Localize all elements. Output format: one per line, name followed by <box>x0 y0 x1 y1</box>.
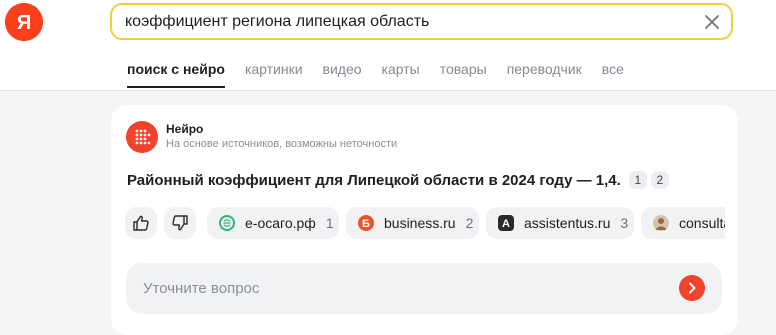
source-label: assistentus.ru <box>524 215 611 231</box>
clear-search-button[interactable] <box>701 11 723 33</box>
tab-products[interactable]: товары <box>440 60 487 88</box>
tab-images[interactable]: картинки <box>245 60 303 88</box>
reference-1[interactable]: 1 <box>628 171 647 189</box>
source-chip-business[interactable]: Б business.ru 2 <box>346 207 479 239</box>
send-button[interactable] <box>679 275 705 301</box>
sources-row: е-осаго.рф 1 Б business.ru 2 A assistent… <box>125 207 725 241</box>
tab-all[interactable]: все <box>602 60 624 88</box>
svg-text:Б: Б <box>362 218 370 230</box>
dislike-icon <box>172 215 188 231</box>
svg-text:Я: Я <box>17 12 31 34</box>
source-chip-eosago[interactable]: е-осаго.рф 1 <box>207 207 339 239</box>
assistentus-logo-icon: A <box>498 215 514 231</box>
source-chip-consultant[interactable]: consulta <box>641 207 725 239</box>
neuro-logo-icon <box>126 121 158 153</box>
follow-up-box <box>126 263 722 314</box>
source-label: business.ru <box>384 215 456 231</box>
yandex-logo[interactable]: Я <box>5 3 43 41</box>
source-count: 1 <box>325 215 334 231</box>
answer-sentence: Районный коэффициент для Липецкой област… <box>127 171 621 189</box>
dislike-button[interactable] <box>164 207 196 239</box>
search-input[interactable] <box>125 5 685 38</box>
consultant-logo-icon <box>653 215 669 231</box>
source-count: 2 <box>465 215 474 231</box>
eosago-logo-icon <box>219 215 235 231</box>
source-count: 3 <box>620 215 629 231</box>
reference-2[interactable]: 2 <box>650 171 669 189</box>
like-button[interactable] <box>125 207 157 239</box>
answer-text: Районный коэффициент для Липецкой област… <box>127 171 669 189</box>
tab-video[interactable]: видео <box>323 60 362 88</box>
business-logo-icon: Б <box>358 215 374 231</box>
yandex-logo-icon: Я <box>5 3 43 41</box>
neuro-title: Нейро <box>166 122 204 136</box>
header: Я поиск с нейро картинки видео карты тов… <box>0 0 776 91</box>
tab-translator[interactable]: переводчик <box>507 60 582 88</box>
neuro-answer-card: Нейро На основе источников, возможны нет… <box>111 105 738 335</box>
like-icon <box>133 215 149 231</box>
svg-text:A: A <box>502 218 510 230</box>
source-label: consulta <box>679 215 725 231</box>
search-tabs: поиск с нейро картинки видео карты товар… <box>127 60 644 88</box>
close-icon <box>705 15 719 29</box>
chevron-right-icon <box>689 282 696 294</box>
source-label: е-осаго.рф <box>245 215 316 231</box>
follow-up-input[interactable] <box>143 263 663 314</box>
source-chip-assistentus[interactable]: A assistentus.ru 3 <box>486 207 634 239</box>
search-box <box>110 3 733 40</box>
neuro-subtitle: На основе источников, возможны неточност… <box>166 138 398 150</box>
tab-maps[interactable]: карты <box>382 60 420 88</box>
tab-neuro[interactable]: поиск с нейро <box>127 60 225 88</box>
